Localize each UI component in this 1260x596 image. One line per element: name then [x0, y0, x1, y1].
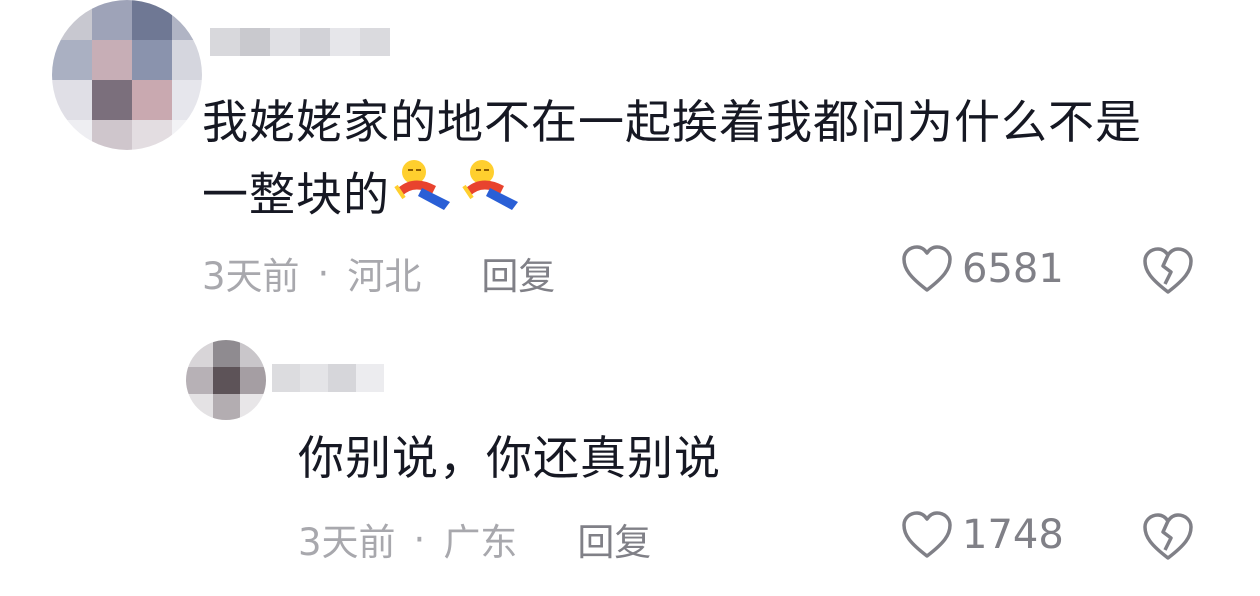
comment-time: 3天前 [202, 255, 300, 298]
meta-separator: · [317, 251, 330, 295]
meta-separator: · [413, 517, 426, 561]
username-blurred[interactable] [272, 364, 384, 392]
heart-outline-icon [902, 245, 952, 292]
broken-heart-icon [1143, 513, 1193, 560]
like-count: 1748 [962, 512, 1064, 558]
comment-location: 河北 [347, 255, 422, 298]
avatar[interactable] [186, 340, 266, 420]
like-button[interactable]: 6581 [900, 244, 1064, 294]
heart-outline-icon [902, 511, 952, 558]
like-count: 6581 [962, 246, 1064, 292]
dislike-button[interactable] [1140, 246, 1196, 300]
comment-meta: 3天前 · 河北 回复 [202, 246, 555, 300]
like-button[interactable]: 1748 [900, 510, 1064, 560]
username-blurred[interactable] [210, 28, 390, 56]
avatar[interactable] [52, 0, 202, 150]
comment-text-line: 你别说，你还真别说 [298, 431, 721, 485]
reply-button[interactable]: 回复 [577, 512, 651, 566]
comment-text-line2: 一整块的 [202, 167, 390, 222]
comment-text: 你别说，你还真别说 [298, 422, 721, 494]
lying-flat-emoji-icon [460, 158, 526, 238]
comment-meta: 3天前 · 广东 回复 [298, 512, 651, 566]
dislike-button[interactable] [1140, 512, 1196, 566]
comment-text-line: 一整块的 [202, 158, 1142, 238]
comment-time: 3天前 [298, 521, 396, 564]
comment-text-line: 我姥姥家的地不在一起挨着我都问为什么不是 [202, 95, 1142, 149]
broken-heart-icon [1143, 247, 1193, 294]
reply-button[interactable]: 回复 [481, 246, 555, 300]
comment-location: 广东 [443, 521, 518, 564]
lying-flat-emoji-icon [392, 158, 458, 238]
comment-text: 我姥姥家的地不在一起挨着我都问为什么不是 一整块的 [202, 86, 1142, 238]
